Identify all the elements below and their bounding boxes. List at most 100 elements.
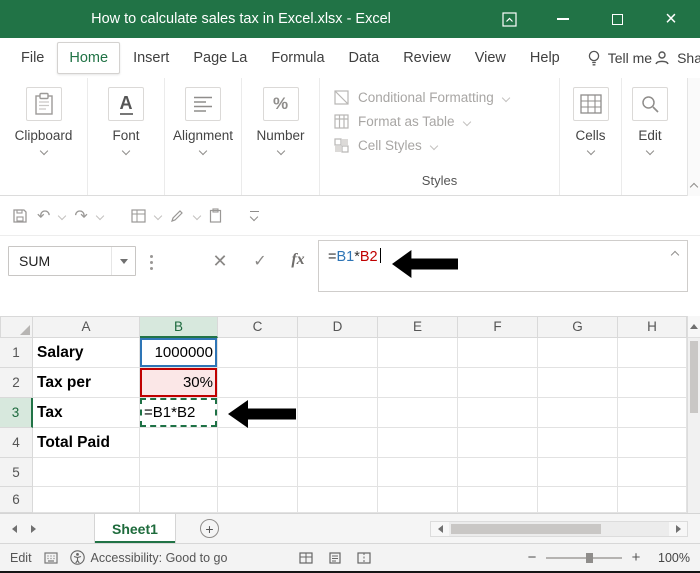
zoom-in-button[interactable]: + <box>630 549 642 566</box>
cell-B6[interactable] <box>140 487 218 513</box>
name-box[interactable]: SUM <box>8 246 136 276</box>
chevron-down-icon[interactable] <box>58 211 66 219</box>
vertical-scrollbar[interactable] <box>687 316 700 513</box>
page-break-preview-icon[interactable] <box>357 552 371 564</box>
col-header-G[interactable]: G <box>538 316 618 338</box>
tab-formulas[interactable]: Formula <box>260 43 335 73</box>
col-header-F[interactable]: F <box>458 316 538 338</box>
chevron-down-icon[interactable] <box>154 211 162 219</box>
cell-D2[interactable] <box>298 368 378 398</box>
cell-H6[interactable] <box>618 487 687 513</box>
col-header-B[interactable]: B <box>140 316 218 338</box>
scroll-up-button[interactable] <box>688 316 700 338</box>
col-header-A[interactable]: A <box>33 316 140 338</box>
minimize-button[interactable] <box>536 0 590 38</box>
cell-D6[interactable] <box>298 487 378 513</box>
cell-A5[interactable] <box>33 458 140 487</box>
share-button[interactable]: Share <box>654 50 700 66</box>
cell-A1[interactable]: Salary <box>33 338 140 368</box>
cell-A3[interactable]: Tax <box>33 398 140 428</box>
macro-record-button[interactable] <box>44 552 58 564</box>
name-box-dropdown[interactable] <box>111 247 135 275</box>
col-header-C[interactable]: C <box>218 316 298 338</box>
ribbon-group-cells[interactable]: Cells <box>560 78 622 195</box>
cell-E3[interactable] <box>378 398 458 428</box>
col-header-D[interactable]: D <box>298 316 378 338</box>
cell-F1[interactable] <box>458 338 538 368</box>
scroll-left-button[interactable] <box>431 522 449 536</box>
col-header-H[interactable]: H <box>618 316 687 338</box>
close-button[interactable]: × <box>644 0 698 38</box>
cell-G6[interactable] <box>538 487 618 513</box>
chevron-down-icon[interactable] <box>193 211 201 219</box>
insert-function-button[interactable]: fx <box>286 251 310 269</box>
customize-toolbar-button[interactable] <box>250 211 259 221</box>
collapse-ribbon-icon[interactable] <box>690 183 698 191</box>
cell-H3[interactable] <box>618 398 687 428</box>
cell-H2[interactable] <box>618 368 687 398</box>
row-header-3[interactable]: 3 <box>0 398 33 428</box>
cell-A6[interactable] <box>33 487 140 513</box>
cell-C4[interactable] <box>218 428 298 458</box>
cell-C5[interactable] <box>218 458 298 487</box>
sheet-tab-sheet1[interactable]: Sheet1 <box>94 514 176 543</box>
expand-formula-bar-icon[interactable] <box>671 251 679 259</box>
undo-button[interactable]: ↶ <box>37 206 50 226</box>
cell-G1[interactable] <box>538 338 618 368</box>
ribbon-group-number[interactable]: % Number <box>242 78 320 195</box>
next-sheet-icon[interactable] <box>31 525 36 533</box>
cell-G2[interactable] <box>538 368 618 398</box>
maximize-button[interactable] <box>590 0 644 38</box>
row-header-2[interactable]: 2 <box>0 368 33 398</box>
cell-F4[interactable] <box>458 428 538 458</box>
format-as-table-button[interactable]: Format as Table <box>334 114 559 129</box>
tab-home[interactable]: Home <box>57 42 120 74</box>
cell-C6[interactable] <box>218 487 298 513</box>
cell-E6[interactable] <box>378 487 458 513</box>
clipboard-tool-button[interactable] <box>209 208 222 223</box>
horizontal-scrollbar[interactable] <box>430 521 688 537</box>
normal-view-icon[interactable] <box>299 552 313 564</box>
cell-G5[interactable] <box>538 458 618 487</box>
previous-sheet-icon[interactable] <box>12 525 17 533</box>
cell-G4[interactable] <box>538 428 618 458</box>
cell-D1[interactable] <box>298 338 378 368</box>
scroll-right-button[interactable] <box>669 522 687 536</box>
select-all-button[interactable] <box>0 316 33 338</box>
row-header-5[interactable]: 5 <box>0 458 33 487</box>
cell-C2[interactable] <box>218 368 298 398</box>
vertical-scrollbar-thumb[interactable] <box>690 341 698 413</box>
tab-help[interactable]: Help <box>519 43 571 73</box>
zoom-slider-handle[interactable] <box>586 553 593 563</box>
zoom-level[interactable]: 100% <box>650 551 690 565</box>
row-header-6[interactable]: 6 <box>0 487 33 513</box>
cell-D5[interactable] <box>298 458 378 487</box>
row-header-1[interactable]: 1 <box>0 338 33 368</box>
ribbon-group-font[interactable]: A Font <box>88 78 165 195</box>
brush-tool-button[interactable] <box>170 209 185 223</box>
formula-bar-separator-handle[interactable] <box>150 261 153 264</box>
cell-E2[interactable] <box>378 368 458 398</box>
save-button[interactable] <box>12 208 28 224</box>
enter-button[interactable]: ✓ <box>248 251 272 271</box>
cell-B3-active[interactable]: =B1*B2 <box>140 398 218 428</box>
cell-E1[interactable] <box>378 338 458 368</box>
cell-B4[interactable] <box>140 428 218 458</box>
cell-H5[interactable] <box>618 458 687 487</box>
conditional-formatting-button[interactable]: Conditional Formatting <box>334 90 559 105</box>
tell-me-button[interactable]: Tell me <box>587 50 652 67</box>
cell-H4[interactable] <box>618 428 687 458</box>
cancel-button[interactable]: ✕ <box>208 251 232 272</box>
new-sheet-button[interactable]: + <box>200 519 219 538</box>
formula-input[interactable]: =B1*B2 <box>318 240 688 292</box>
row-header-4[interactable]: 4 <box>0 428 33 458</box>
accessibility-checker-button[interactable]: Accessibility: Good to go <box>70 550 228 565</box>
redo-button[interactable]: ↷ <box>74 206 87 226</box>
cell-H1[interactable] <box>618 338 687 368</box>
table-tool-button[interactable] <box>131 209 146 223</box>
cell-B5[interactable] <box>140 458 218 487</box>
cell-A4[interactable]: Total Paid <box>33 428 140 458</box>
zoom-slider[interactable] <box>546 557 622 559</box>
cell-E4[interactable] <box>378 428 458 458</box>
horizontal-scrollbar-thumb[interactable] <box>451 524 601 534</box>
